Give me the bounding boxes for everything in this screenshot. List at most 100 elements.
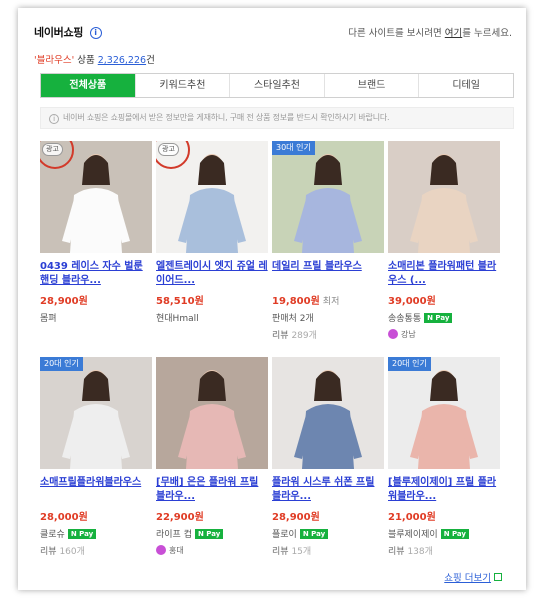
- product-name-link[interactable]: 0439 레이스 자수 벌룬 핸딩 블라우...: [40, 260, 152, 288]
- product-price: 58,510원: [156, 292, 268, 307]
- review-label: 리뷰: [272, 547, 289, 557]
- popularity-badge: 20대 인기: [40, 357, 83, 371]
- review-count-value: 289개: [291, 331, 317, 341]
- search-keyword: '블라우스': [34, 55, 75, 66]
- npay-badge: N Pay: [299, 529, 329, 539]
- seller-name[interactable]: 클로슈 N Pay: [40, 527, 152, 540]
- seller-name[interactable]: 플로이 N Pay: [272, 527, 384, 540]
- seller-name[interactable]: 현대Hmall: [156, 311, 268, 324]
- product-image[interactable]: 20대 인기: [40, 357, 152, 469]
- seller-label: 블루제이제이: [388, 530, 438, 540]
- product-image[interactable]: [156, 357, 268, 469]
- npay-badge: N Pay: [424, 313, 453, 323]
- product-name-link[interactable]: 소매리본 플라워패턴 블라우스 (...: [388, 260, 500, 288]
- tab-brand[interactable]: 브랜드: [323, 74, 419, 97]
- product-price: 39,000원: [388, 292, 500, 307]
- product-image[interactable]: [388, 141, 500, 253]
- tab-keyword-recommend[interactable]: 키워드추천: [134, 74, 230, 97]
- result-count-line: '블라우스' 상품 2,326,226건: [34, 52, 155, 66]
- store-location: 홍대: [156, 545, 268, 556]
- notice-post: 를 누르세요.: [462, 28, 512, 39]
- store-location: 강남: [388, 329, 500, 340]
- review-count[interactable]: 리뷰 138개: [388, 544, 500, 557]
- product-name-link[interactable]: 데일리 프릴 블라우스: [272, 260, 384, 288]
- review-count[interactable]: 리뷰 160개: [40, 544, 152, 557]
- product-image[interactable]: [272, 357, 384, 469]
- seller-label: 송송통통: [388, 314, 422, 324]
- review-label: 리뷰: [388, 547, 405, 557]
- product-card[interactable]: 20대 인기소매프릴플라워블라우스 28,000원클로슈 N Pay 리뷰 160개: [40, 357, 152, 557]
- review-count[interactable]: 리뷰 289개: [272, 328, 384, 341]
- product-card[interactable]: 20대 인기 [블루제이제이] 프릴 플라워블라우... 21,000원블루제이제이…: [388, 357, 500, 557]
- popularity-badge: 30대 인기: [272, 141, 315, 155]
- filter-tabs: 전체상품 키워드추천 스타일추천 브랜드 디테일: [40, 73, 514, 98]
- result-suffix: 건: [146, 55, 155, 66]
- product-name-link[interactable]: 플라워 시스루 쉬폰 프릴 블라우...: [272, 476, 384, 504]
- location-label: 홍대: [169, 546, 184, 555]
- price-value: 28,000원: [40, 512, 88, 523]
- product-name-link[interactable]: 소매프릴플라워블라우스: [40, 476, 152, 504]
- notice-text: 다른 사이트를 보시려면 여기를 누르세요.: [348, 25, 512, 39]
- product-image[interactable]: 광고: [40, 141, 152, 253]
- product-card[interactable]: [무배] 은은 플라워 프릴 블라우... 22,900원라이프 컵N Pay 홍대: [156, 357, 268, 556]
- product-price: 22,900원: [156, 508, 268, 523]
- product-image[interactable]: 20대 인기: [388, 357, 500, 469]
- product-price: 28,900원: [40, 292, 152, 307]
- disclaimer-text: 네이버 쇼핑은 쇼핑몰에서 받은 정보만을 게재하니, 구매 전 상품 정보를 …: [63, 113, 390, 122]
- product-image[interactable]: 30대 인기: [272, 141, 384, 253]
- product-price: 21,000원: [388, 508, 500, 523]
- seller-label: 플로이: [272, 530, 297, 540]
- price-value: 39,000원: [388, 296, 436, 307]
- npay-badge: N Pay: [440, 529, 469, 539]
- shopping-more-link[interactable]: 쇼핑 더보기: [444, 570, 502, 584]
- notice-pre: 다른 사이트를 보시려면: [348, 28, 445, 39]
- review-count-value: 15개: [291, 547, 312, 557]
- lowest-price-label: 최저: [322, 297, 340, 307]
- tab-detail[interactable]: 디테일: [418, 74, 513, 97]
- seller-name[interactable]: 블루제이제이 N Pay: [388, 527, 500, 540]
- product-image[interactable]: 광고: [156, 141, 268, 253]
- tab-style-recommend[interactable]: 스타일추천: [229, 74, 324, 97]
- notice-link[interactable]: 여기: [445, 28, 462, 39]
- product-card[interactable]: 광고 0439 레이스 자수 벌룬 핸딩 블라우... 28,900원몸펴: [40, 141, 152, 324]
- popularity-badge: 20대 인기: [388, 357, 431, 371]
- product-price: 28,000원: [40, 508, 152, 523]
- review-count-value: 160개: [59, 547, 85, 557]
- seller-label: 클로슈: [40, 530, 65, 540]
- price-value: 21,000원: [388, 512, 436, 523]
- product-name-link[interactable]: [무배] 은은 플라워 프릴 블라우...: [156, 476, 268, 504]
- product-price: 28,900원: [272, 508, 384, 523]
- price-value: 28,900원: [40, 296, 88, 307]
- result-count[interactable]: 2,326,226: [98, 55, 146, 66]
- info-icon[interactable]: i: [89, 27, 102, 39]
- review-label: 리뷰: [272, 331, 289, 341]
- product-card[interactable]: 30대 인기데일리 프릴 블라우스 19,800원 최저판매처 2개리뷰 289개: [272, 141, 384, 341]
- panel-title[interactable]: 네이버쇼핑: [34, 26, 83, 39]
- seller-name[interactable]: 몸펴: [40, 311, 152, 324]
- location-label: 강남: [401, 330, 416, 339]
- disclaimer-bar: i 네이버 쇼핑은 쇼핑몰에서 받은 정보만을 게재하니, 구매 전 상품 정보를…: [40, 107, 514, 129]
- price-value: 58,510원: [156, 296, 204, 307]
- seller-label: 현대Hmall: [156, 314, 199, 324]
- seller-label: 판매처 2개: [272, 314, 314, 324]
- seller-name[interactable]: 판매처 2개: [272, 311, 384, 324]
- price-value: 28,900원: [272, 512, 320, 523]
- shopping-panel: 네이버쇼핑 i 다른 사이트를 보시려면 여기를 누르세요. '블라우스' 상품…: [18, 8, 526, 590]
- seller-name[interactable]: 라이프 컵N Pay: [156, 527, 268, 540]
- npay-badge: N Pay: [67, 529, 97, 539]
- tab-all-products[interactable]: 전체상품: [41, 74, 135, 97]
- location-pin-icon: [156, 545, 166, 555]
- seller-name[interactable]: 송송통통 N Pay: [388, 311, 500, 324]
- product-name-link[interactable]: [블루제이제이] 프릴 플라워블라우...: [388, 476, 500, 504]
- result-label: 상품: [74, 55, 98, 66]
- product-card[interactable]: 소매리본 플라워패턴 블라우스 (... 39,000원송송통통 N Pay 강남: [388, 141, 500, 340]
- product-card[interactable]: 광고엘젠트레이시 엣지 쥬얼 레이어드... 58,510원현대Hmall: [156, 141, 268, 324]
- price-value: 22,900원: [156, 512, 204, 523]
- product-card[interactable]: 플라워 시스루 쉬폰 프릴 블라우... 28,900원플로이 N Pay 리뷰 15…: [272, 357, 384, 557]
- product-name-link[interactable]: 엘젠트레이시 엣지 쥬얼 레이어드...: [156, 260, 268, 288]
- price-value: 19,800원: [272, 296, 320, 307]
- review-count[interactable]: 리뷰 15개: [272, 544, 384, 557]
- seller-label: 몸펴: [40, 314, 57, 324]
- panel-header: 네이버쇼핑 i 다른 사이트를 보시려면 여기를 누르세요.: [34, 24, 512, 40]
- location-pin-icon: [388, 329, 398, 339]
